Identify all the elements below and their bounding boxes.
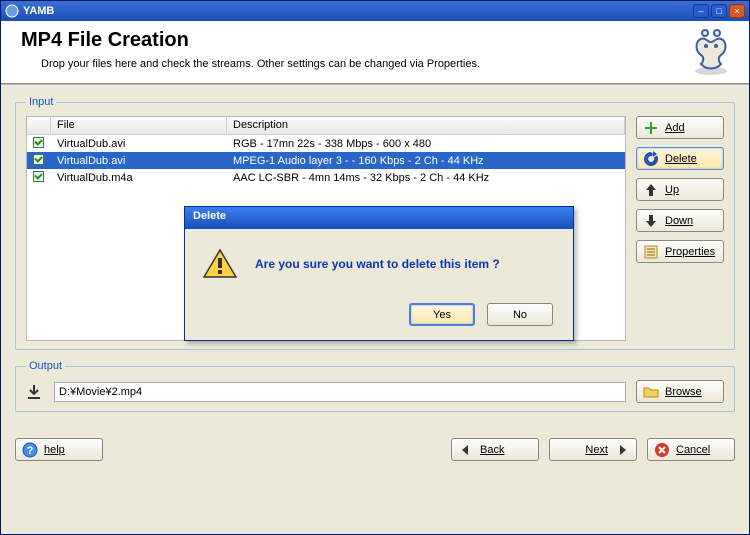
- help-button[interactable]: ? help: [15, 438, 103, 461]
- browse-button[interactable]: Browse: [636, 380, 724, 403]
- window-title: YAMB: [23, 5, 691, 17]
- properties-button-label: Properties: [665, 246, 715, 258]
- row-desc: RGB - 17mn 22s - 338 Mbps - 600 x 480: [227, 137, 625, 151]
- svg-text:?: ?: [27, 445, 34, 457]
- cancel-icon: [654, 442, 670, 458]
- cancel-button-label: Cancel: [676, 444, 710, 456]
- properties-icon: [643, 244, 659, 260]
- yes-button[interactable]: Yes: [409, 303, 475, 326]
- next-button-label: Next: [585, 444, 608, 456]
- arrow-down-icon: [643, 213, 659, 229]
- file-list-header: File Description: [27, 117, 625, 135]
- folder-icon: [643, 384, 659, 400]
- cancel-button[interactable]: Cancel: [647, 438, 735, 461]
- up-button[interactable]: Up: [636, 178, 724, 201]
- output-group: Output Browse: [15, 360, 735, 412]
- col-desc-header[interactable]: Description: [227, 117, 625, 134]
- up-button-label: Up: [665, 184, 679, 196]
- row-checkbox[interactable]: [33, 137, 44, 148]
- yes-button-label: Yes: [433, 309, 451, 321]
- arrow-left-icon: [458, 442, 474, 458]
- properties-button[interactable]: Properties: [636, 240, 724, 263]
- back-button[interactable]: Back: [451, 438, 539, 461]
- header-panel: MP4 File Creation Drop your files here a…: [1, 21, 749, 83]
- help-button-label: help: [44, 444, 65, 456]
- delete-button[interactable]: Delete: [636, 147, 724, 170]
- warning-icon: [203, 249, 237, 279]
- table-row[interactable]: VirtualDub.m4a AAC LC-SBR - 4mn 14ms - 3…: [27, 169, 625, 186]
- row-desc: AAC LC-SBR - 4mn 14ms - 32 Kbps - 2 Ch -…: [227, 171, 625, 185]
- no-button[interactable]: No: [487, 303, 553, 326]
- titlebar[interactable]: YAMB ‒ □ ×: [1, 1, 749, 21]
- dialog-message: Are you sure you want to delete this ite…: [255, 257, 500, 271]
- arrow-right-icon: [614, 442, 630, 458]
- dialog-title[interactable]: Delete: [185, 207, 573, 229]
- row-file: VirtualDub.avi: [51, 137, 227, 151]
- down-button[interactable]: Down: [636, 209, 724, 232]
- back-button-label: Back: [480, 444, 504, 456]
- delete-dialog: Delete Are you sure you want to delete t…: [184, 206, 574, 341]
- table-row[interactable]: VirtualDub.avi RGB - 17mn 22s - 338 Mbps…: [27, 135, 625, 152]
- delete-button-label: Delete: [665, 153, 697, 165]
- input-buttons: Add Delete Up Down: [636, 116, 724, 341]
- row-desc: MPEG-1 Audio layer 3 - - 160 Kbps - 2 Ch…: [227, 154, 625, 168]
- table-row[interactable]: VirtualDub.avi MPEG-1 Audio layer 3 - - …: [27, 152, 625, 169]
- page-description: Drop your files here and check the strea…: [41, 58, 729, 70]
- app-icon: [5, 4, 19, 18]
- close-button[interactable]: ×: [729, 4, 745, 18]
- plus-icon: [643, 120, 659, 136]
- minimize-button[interactable]: ‒: [693, 4, 709, 18]
- refresh-icon: [643, 151, 659, 167]
- row-file: VirtualDub.avi: [51, 154, 227, 168]
- maximize-button[interactable]: □: [711, 4, 727, 18]
- row-file: VirtualDub.m4a: [51, 171, 227, 185]
- footer: ? help Back Next Cancel: [1, 428, 749, 471]
- add-button[interactable]: Add: [636, 116, 724, 139]
- col-file-header[interactable]: File: [51, 117, 227, 134]
- page-title: MP4 File Creation: [21, 29, 729, 52]
- output-legend: Output: [26, 360, 65, 372]
- next-button[interactable]: Next: [549, 438, 637, 461]
- main-window: YAMB ‒ □ × MP4 File Creation Drop your f…: [0, 0, 750, 535]
- arrow-up-icon: [643, 182, 659, 198]
- browse-button-label: Browse: [665, 386, 702, 398]
- down-button-label: Down: [665, 215, 693, 227]
- output-path-input[interactable]: [54, 382, 626, 402]
- no-button-label: No: [513, 309, 527, 321]
- download-icon: [26, 384, 44, 400]
- help-icon: ?: [22, 442, 38, 458]
- row-checkbox[interactable]: [33, 154, 44, 165]
- logo-icon: [687, 29, 735, 77]
- row-checkbox[interactable]: [33, 171, 44, 182]
- input-legend: Input: [26, 96, 56, 108]
- add-button-label: Add: [665, 122, 685, 134]
